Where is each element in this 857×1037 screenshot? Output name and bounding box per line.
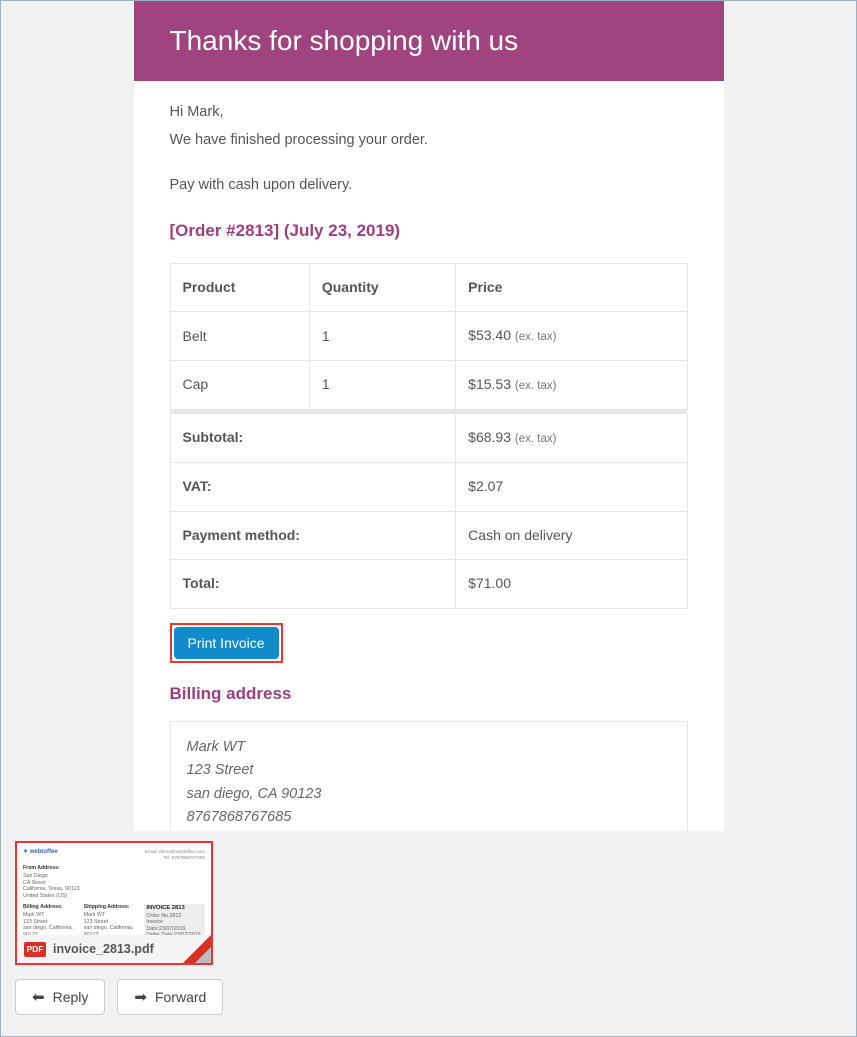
item-price: $15.53 (ex. tax) — [456, 361, 687, 410]
forward-label: Forward — [155, 989, 206, 1005]
preview-bill-line: Mark WT — [23, 912, 80, 919]
preview-meta: Email: demo@webtoffee.com Tel: 876786876… — [145, 849, 205, 860]
forward-arrow-icon: ➡ — [134, 988, 147, 1006]
greeting: Hi Mark, — [170, 101, 688, 123]
item-qty: 1 — [309, 312, 455, 361]
table-header-row: Product Quantity Price — [170, 263, 687, 312]
preview-ship-title: Shipping Address: — [84, 904, 141, 911]
billing-name: Mark WT — [187, 736, 671, 759]
vat-value: $2.07 — [456, 462, 687, 511]
paymethod-label: Payment method: — [170, 511, 456, 560]
preview-invoice-line: Invoice Date:23/07/2019 — [146, 919, 203, 932]
print-invoice-highlight: Print Invoice — [170, 623, 283, 663]
preview-meta-tel: Tel: 8767868767685 — [145, 855, 205, 861]
item-qty: 1 — [309, 361, 455, 410]
preview-from-title: From Address: — [23, 865, 205, 872]
preview-ship-line: Mark WT — [84, 912, 141, 919]
subtotal-note: (ex. tax) — [515, 433, 557, 445]
table-row: Cap 1 $15.53 (ex. tax) — [170, 361, 687, 410]
pdf-icon: PDF — [24, 942, 46, 957]
attachment-row: ✦ webtoffee Email: demo@webtoffee.com Te… — [1, 831, 856, 965]
vat-row: VAT: $2.07 — [170, 462, 687, 511]
price-value: $15.53 — [468, 376, 511, 392]
billing-street: 123 Street — [187, 759, 671, 782]
total-row: Total: $71.00 — [170, 560, 687, 609]
preview-from-block: From Address: San Diego CA Street Califo… — [23, 865, 205, 899]
reply-arrow-icon: ⬅ — [32, 988, 45, 1006]
pay-note: Pay with cash upon delivery. — [170, 174, 688, 196]
email-card-wrap: Thanks for shopping with us Hi Mark, We … — [1, 1, 856, 831]
subtotal-amount: $68.93 — [468, 429, 511, 445]
item-price: $53.40 (ex. tax) — [456, 312, 687, 361]
subtotal-value: $68.93 (ex. tax) — [456, 414, 687, 463]
email-card: Thanks for shopping with us Hi Mark, We … — [134, 1, 724, 831]
preview-ship-line: 123 Street — [84, 919, 141, 926]
order-table: Product Quantity Price Belt 1 $53.40 (ex… — [170, 263, 688, 609]
preview-from-line: California, Texas, 90123 — [23, 886, 205, 893]
subtotal-label: Subtotal: — [170, 414, 456, 463]
col-product: Product — [170, 263, 309, 312]
item-product: Belt — [170, 312, 309, 361]
col-quantity: Quantity — [309, 263, 455, 312]
processed-line: We have finished processing your order. — [170, 129, 688, 151]
preview-from-line: United States (US) — [23, 893, 205, 900]
forward-button[interactable]: ➡ Forward — [117, 979, 223, 1015]
attachment-preview: ✦ webtoffee Email: demo@webtoffee.com Te… — [17, 843, 211, 935]
reply-button[interactable]: ⬅ Reply — [15, 979, 105, 1015]
preview-invoice-title: INVOICE 2813 — [146, 905, 203, 912]
preview-from-line: San Diego — [23, 873, 205, 880]
preview-bill-line: 123 Street — [23, 919, 80, 926]
price-value: $53.40 — [468, 327, 511, 343]
vat-label: VAT: — [170, 462, 456, 511]
action-row: ⬅ Reply ➡ Forward — [1, 965, 856, 1029]
reply-label: Reply — [53, 989, 89, 1005]
preview-invoice-line: Order No.2813 — [146, 913, 203, 920]
total-label: Total: — [170, 560, 456, 609]
billing-address-box: Mark WT 123 Street san diego, CA 90123 8… — [170, 721, 688, 831]
total-value: $71.00 — [456, 560, 687, 609]
email-viewport: Thanks for shopping with us Hi Mark, We … — [0, 0, 857, 1037]
dog-ear-icon — [183, 935, 211, 963]
email-body: Hi Mark, We have finished processing you… — [134, 81, 724, 831]
billing-phone: 8767868767685 — [187, 806, 671, 829]
price-note: (ex. tax) — [515, 331, 557, 343]
preview-from-line: CA Street — [23, 880, 205, 887]
attachment-footer: PDF invoice_2813.pdf — [17, 935, 211, 963]
attachment-filename: invoice_2813.pdf — [53, 942, 154, 956]
paymethod-value: Cash on delivery — [456, 511, 687, 560]
paymethod-row: Payment method: Cash on delivery — [170, 511, 687, 560]
preview-meta-email: Email: demo@webtoffee.com — [145, 849, 205, 855]
order-heading: [Order #2813] (July 23, 2019) — [170, 218, 688, 244]
billing-city: san diego, CA 90123 — [187, 783, 671, 806]
subtotal-row: Subtotal: $68.93 (ex. tax) — [170, 414, 687, 463]
col-price: Price — [456, 263, 687, 312]
preview-logo: ✦ webtoffee — [23, 849, 58, 860]
item-product: Cap — [170, 361, 309, 410]
print-invoice-button[interactable]: Print Invoice — [174, 627, 279, 659]
price-note: (ex. tax) — [515, 380, 557, 392]
billing-heading: Billing address — [170, 681, 688, 707]
preview-bill-title: Billing Address: — [23, 904, 80, 911]
attachment-card[interactable]: ✦ webtoffee Email: demo@webtoffee.com Te… — [15, 841, 213, 965]
table-row: Belt 1 $53.40 (ex. tax) — [170, 312, 687, 361]
email-header: Thanks for shopping with us — [134, 1, 724, 81]
